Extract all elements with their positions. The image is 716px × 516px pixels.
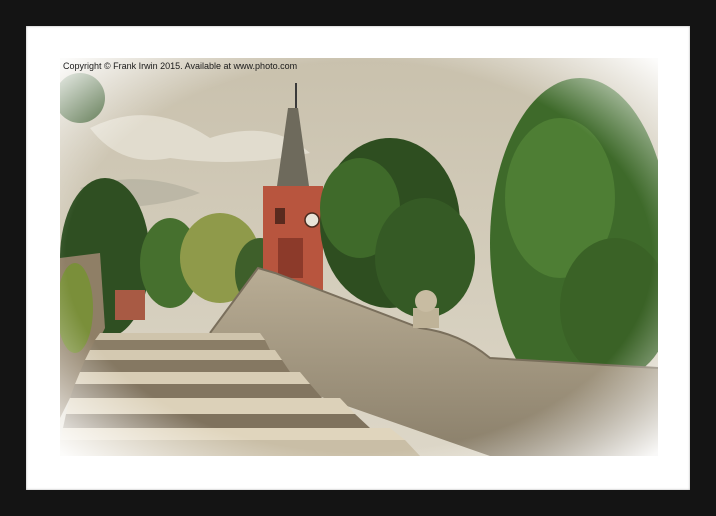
vignette xyxy=(60,58,658,456)
copyright-watermark: Copyright © Frank Irwin 2015. Available … xyxy=(63,61,298,71)
framed-photograph xyxy=(60,58,658,456)
